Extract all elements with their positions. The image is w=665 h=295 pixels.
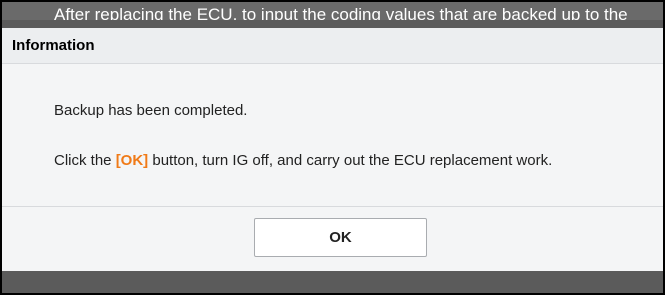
ok-button[interactable]: OK [254,218,427,257]
ok-highlight-text: [OK] [115,152,149,169]
backup-complete-message: Backup has been completed. [54,102,248,119]
dialog-header: Information [2,28,663,64]
dialog-title: Information [12,37,95,54]
screen-frame: After replacing the ECU, to input the co… [0,0,665,295]
instruction-text-after: button, turn IG off, and carry out the E… [148,152,553,169]
background-instruction-text: After replacing the ECU, to input the co… [2,2,663,20]
instruction-message: Click the [OK] button, turn IG off, and … [54,152,552,169]
instruction-text-before: Click the [54,152,116,169]
information-dialog: Information Backup has been completed. C… [2,28,663,271]
dialog-divider [2,206,663,207]
bottom-overlay-bar [2,271,663,293]
